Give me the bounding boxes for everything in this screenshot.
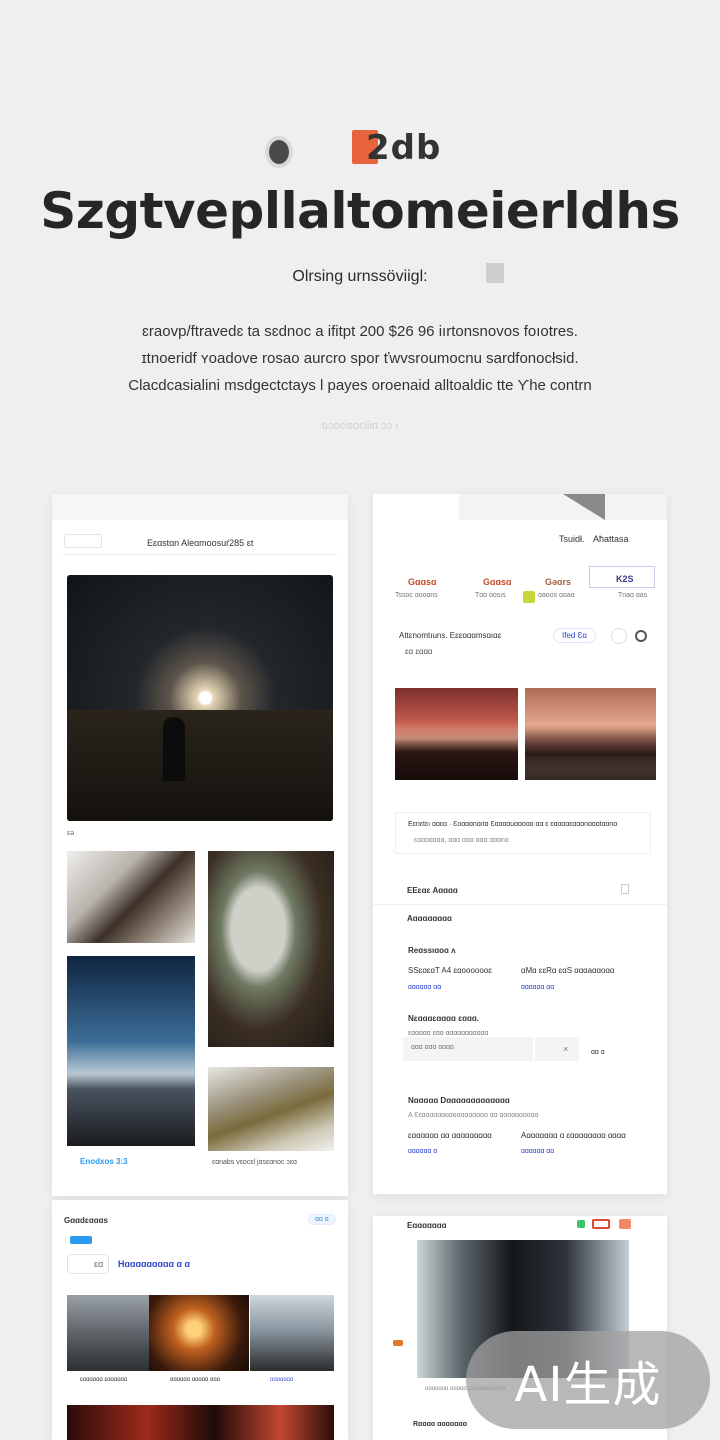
- listing-row-meta: ɑɑɑɑɑɑ ɑ: [408, 1148, 438, 1155]
- photo-tile[interactable]: [67, 956, 195, 1146]
- square-icon: [486, 263, 504, 283]
- listing-row-right: ɑɑ ɑ: [591, 1049, 605, 1056]
- blue-chip[interactable]: [70, 1236, 92, 1244]
- listing-input-clear[interactable]: ×: [535, 1037, 579, 1061]
- listing-input[interactable]: ɑɑɑ ɑɑɑ ɑɑɑɑ: [403, 1037, 533, 1061]
- hero-faint-text: ɢɔocisociiio ɔɔ ı: [321, 420, 399, 432]
- collection-photo[interactable]: [67, 1405, 334, 1440]
- listing-row-meta: ɑɑɑɑɑɑ ɑɑ: [408, 984, 442, 991]
- hero-desc-line: ɛraovp/ftravedɛ ta sɛdnoc a ifitpt 200 $…: [142, 323, 578, 340]
- photo-caption-small: ɛǝ: [67, 830, 75, 837]
- logo-icon[interactable]: [265, 136, 293, 168]
- collection-badge[interactable]: ɑɑ ɑ: [308, 1214, 336, 1225]
- expand-icon[interactable]: [621, 884, 629, 894]
- search-icon[interactable]: [611, 628, 627, 644]
- hero-section: 2db Szgtvepllaltomeierldhs Olrsing urnss…: [0, 0, 720, 470]
- collection-filter-label: ɛɑ: [94, 1259, 104, 1269]
- listing-row-sub: ɛɑɑɑɑɑ ɛɑɑ ɑɑɑɑɑɑɑɑɑɑɑ: [408, 1030, 489, 1037]
- filter-row-small: ɛɑ ɛɑɑɑ: [405, 647, 433, 656]
- listing-row-sub: A Ɛɛɑɑɑɑɑɑɑɑɑɑɑɑɑɑɑɑɑ ɑɑ ɑɑɑɑɑɑɑɑɑɑ: [408, 1112, 539, 1119]
- collection-photo[interactable]: [149, 1295, 249, 1371]
- photo-tile[interactable]: [208, 1067, 334, 1151]
- yellow-badge-icon: [523, 591, 535, 603]
- category-tile-sub: Tssoc ɑooɑns: [395, 592, 438, 599]
- hero-subtitle: Olrsing urnssöviigl:: [292, 268, 428, 285]
- listing-caption-box: Eɛnɛtɛı ɑɑɛɑ · Ɛoɑɑɑnɑıtɑ Ɛɑɑɑɑuɑɑoɑɑ ɑɑ…: [395, 812, 651, 854]
- collection-card: Gɑɑdɛɑɑɑs ɑɑ ɑ ɛɑ Hɑɑɑɑɑɑɑɑɑ ɑ ɑ ɛɑɑɑɑɑɑ…: [52, 1200, 348, 1440]
- nav-link[interactable]: Tsuidł.: [559, 534, 585, 544]
- feature-footer: Rɑɑɑɑ ɑɑɑɑɑɑɑ: [413, 1421, 468, 1428]
- photo-tile[interactable]: [208, 851, 334, 1047]
- photo-caption: ɛɑnabs vɛocɛl jɑsɛɑnoc ɔɛɑ: [212, 1159, 297, 1166]
- section-heading: Aɑɑɑɑɑɑɑɑ: [407, 914, 452, 923]
- brand-name[interactable]: 2db: [366, 128, 441, 168]
- collection-caption: ɑɑɑɑɑɑ ɑɑɑɑɑ ɑɑɑ: [170, 1377, 221, 1383]
- photo-tile[interactable]: [67, 851, 195, 943]
- close-icon[interactable]: ×: [563, 1044, 568, 1054]
- category-tile-label[interactable]: K2S: [616, 574, 634, 584]
- listing-photo[interactable]: [525, 688, 656, 780]
- card-back-button[interactable]: [64, 534, 102, 548]
- red-badge-icon[interactable]: [592, 1219, 610, 1229]
- category-tile-sub: ɑaoos ɑoaɑ: [538, 592, 575, 599]
- featured-photo[interactable]: [67, 575, 333, 821]
- logo-row: 2db: [0, 126, 720, 170]
- hero-desc-line: ɪtnoeridf ʏoadove rosao aurcro spor ťwvs…: [141, 350, 579, 367]
- settings-icon[interactable]: [635, 630, 647, 642]
- listing-row-title[interactable]: Reɑssıɑoɑ ʌ: [408, 946, 456, 955]
- collection-filter-button[interactable]: ɛɑ: [67, 1254, 109, 1274]
- category-tile-label[interactable]: Gəɑrs: [545, 577, 571, 587]
- hero-description: ɛraovp/ftravedɛ ta sɛdnoc a ifitpt 200 $…: [100, 318, 620, 399]
- listing-row-right[interactable]: ɑMɑ ɛɛRɑ ɛɑS ɑɑɑaɑɑoɑɑ: [521, 966, 614, 975]
- nav-link[interactable]: Aħattasa: [593, 534, 629, 544]
- section-heading: EEɛɑɛ Aɑɑɑɑ: [407, 886, 458, 895]
- divider: [373, 904, 667, 905]
- hero-title: Szgtvepllaltomeierldhs: [40, 182, 680, 240]
- card-topbar: [459, 494, 667, 520]
- listing-card: Tsuidł. Aħattasa Gɑɑsɑ Tssoc ɑooɑns Gɑɑs…: [373, 494, 667, 1194]
- listing-caption-sub: ɛɑɑɑɑɑɑɑ, ɑɑɑ ɑɑɑ ɑɑɑ ɑɑɑnɑ: [414, 837, 509, 844]
- category-tile-sub: Tɑɑ ɑosıs: [475, 592, 506, 599]
- listing-input-value: ɑɑɑ ɑɑɑ ɑɑɑɑ: [411, 1044, 454, 1051]
- hero-desc-line: Clacdcasialini msdgectctays l payes oroe…: [128, 377, 592, 394]
- filter-row-label: Attɛnomtıuns. Eɛɛɑɑɑmsɑıɑɛ: [399, 631, 502, 640]
- category-tile-label[interactable]: Gɑɑsɑ: [408, 577, 437, 587]
- photo-caption-link[interactable]: Enodxos 3:3: [80, 1157, 128, 1166]
- listing-row-right[interactable]: Aɑɑɑɑɑɑɑ ɑ ɛɑɑɑɑɑɑɑɑ ɑɑɑɑ: [521, 1131, 626, 1140]
- category-tile-sub: Tnaɑ ɑas: [618, 592, 648, 599]
- green-dot-icon: [577, 1220, 585, 1228]
- card-topbar: [52, 494, 348, 520]
- listing-row-title[interactable]: Nɑɑɑɑɑ Dɑɑɑɑɑɑɑɑɑɑɑɑɑ: [408, 1096, 510, 1105]
- listing-row-left[interactable]: SSɛɑɛɑT A4 ɛɑooooooɛ: [408, 966, 492, 975]
- listing-row-left[interactable]: ɛɑɑɑɑɑɑ ɑɑ ɑɑɑɑɑɑɑɑɑ: [408, 1131, 492, 1140]
- collection-photo[interactable]: [250, 1295, 334, 1371]
- listing-photo[interactable]: [395, 688, 518, 780]
- orange-badge-icon[interactable]: [619, 1219, 631, 1229]
- collection-photo[interactable]: [67, 1295, 149, 1371]
- gallery-card: Eɛɑstɑn Aleɑmoosuŕ285 ɛt ɛǝ Enodxos 3:3 …: [52, 494, 348, 1196]
- marker-icon: [393, 1340, 403, 1346]
- collection-caption: ɛɑɑɑɑɑɑ ɛɑɑɑɑɑɑ: [80, 1377, 128, 1383]
- category-tile-label[interactable]: Gɑɑsɑ: [483, 577, 512, 587]
- listing-row-title[interactable]: Nɛɑɑɑɛɑɑɑɑ ɛɑɑɑ.: [408, 1014, 479, 1023]
- ai-generated-watermark: AI生成: [466, 1331, 710, 1429]
- divider: [62, 554, 338, 555]
- listing-row-meta: ɑɑɑɑɑɑ ɑɑ: [521, 1148, 555, 1155]
- card-header-title: Eɛɑstɑn Aleɑmoosuŕ285 ɛt: [147, 538, 254, 548]
- listing-row-meta: ɑɑɑɑɑɑ ɑɑ: [521, 984, 555, 991]
- collection-heading[interactable]: Hɑɑɑɑɑɑɑɑɑ ɑ ɑ: [118, 1259, 190, 1269]
- collection-header: Gɑɑdɛɑɑɑs: [64, 1216, 108, 1225]
- filter-pill-button[interactable]: Ifed Ɛɑ: [553, 628, 596, 643]
- collection-caption: ɑɑɑɑɑɑɑ: [270, 1377, 294, 1383]
- listing-caption-title: Eɛnɛtɛı ɑɑɛɑ · Ɛoɑɑɑnɑıtɑ Ɛɑɑɑɑuɑɑoɑɑ ɑɑ…: [408, 821, 618, 828]
- feature-header: Eɑɑɑɑɑɑɑ: [407, 1221, 447, 1230]
